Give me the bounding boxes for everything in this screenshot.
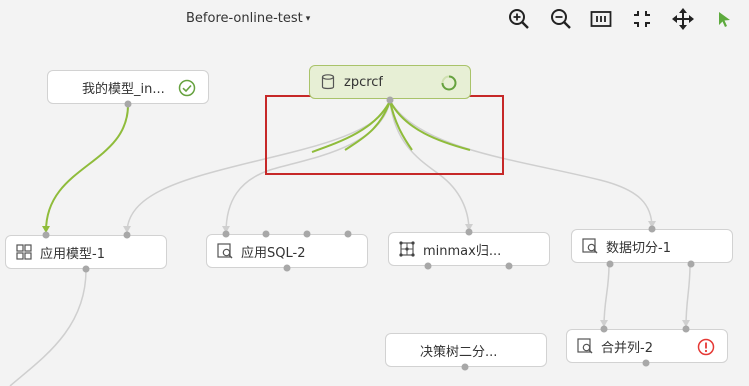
edge-split-to-merge-right bbox=[685, 264, 691, 327]
node-apply-model[interactable]: 应用模型-1 bbox=[5, 235, 167, 269]
node-label: minmax归... bbox=[423, 243, 502, 259]
actual-size-button[interactable] bbox=[628, 6, 656, 32]
port-data-split-out-1[interactable] bbox=[606, 260, 614, 268]
node-label: zpcrcf bbox=[344, 74, 384, 90]
workflow-title-dropdown[interactable]: Before-online-test ▾ bbox=[186, 11, 310, 26]
port-minmax-in[interactable] bbox=[465, 228, 473, 236]
zoom-out-button[interactable] bbox=[547, 6, 575, 32]
port-apply-model-in-2[interactable] bbox=[123, 231, 131, 239]
workflow-title: Before-online-test bbox=[186, 11, 303, 26]
grid-icon bbox=[16, 244, 32, 260]
port-merge-cols-out[interactable] bbox=[642, 359, 650, 367]
edge-split-to-merge-left bbox=[603, 264, 610, 327]
port-apply-sql-out[interactable] bbox=[283, 264, 291, 272]
success-check-icon bbox=[178, 79, 196, 97]
node-data-split[interactable]: 数据切分-1 bbox=[571, 229, 733, 263]
run-icon bbox=[719, 12, 730, 27]
node-label: 数据切分-1 bbox=[606, 240, 671, 256]
workflow-canvas[interactable]: Before-online-test ▾ 我的模型_in... zpcrcf 应… bbox=[0, 0, 749, 386]
node-label: 应用SQL-2 bbox=[241, 245, 306, 261]
fit-view-icon bbox=[590, 11, 612, 27]
node-merge-cols[interactable]: 合并列-2 bbox=[566, 329, 728, 363]
node-minmax[interactable]: minmax归... bbox=[388, 232, 550, 266]
node-label: 应用模型-1 bbox=[40, 246, 105, 262]
node-label: 我的模型_in... bbox=[82, 81, 165, 97]
port-data-split-out-2[interactable] bbox=[687, 260, 695, 268]
move-button[interactable] bbox=[669, 6, 697, 32]
node-my-model[interactable]: 我的模型_in... bbox=[47, 70, 209, 104]
edge-apply-model-out bbox=[9, 269, 87, 386]
port-apply-sql-in-1[interactable] bbox=[222, 230, 230, 238]
port-data-split-in[interactable] bbox=[648, 225, 656, 233]
sql-icon bbox=[217, 243, 233, 259]
loading-spinner-icon bbox=[441, 75, 457, 91]
port-merge-cols-in-1[interactable] bbox=[600, 325, 608, 333]
merge-icon bbox=[577, 338, 593, 354]
matrix-icon bbox=[399, 241, 415, 257]
database-icon bbox=[320, 74, 336, 90]
move-icon bbox=[672, 8, 694, 30]
run-button[interactable] bbox=[710, 6, 738, 32]
port-decision-tree-out[interactable] bbox=[461, 363, 469, 371]
fit-view-button[interactable] bbox=[587, 6, 615, 32]
port-minmax-out-2[interactable] bbox=[505, 262, 513, 270]
zoom-out-icon bbox=[551, 9, 571, 29]
port-zpcrcf-out[interactable] bbox=[386, 96, 394, 104]
port-apply-sql-in-4[interactable] bbox=[344, 230, 352, 238]
port-apply-sql-in-3[interactable] bbox=[303, 230, 311, 238]
port-merge-cols-in-2[interactable] bbox=[682, 325, 690, 333]
chevron-down-icon: ▾ bbox=[305, 13, 311, 24]
edge-my-model-to-apply-model bbox=[45, 104, 129, 232]
node-label: 决策树二分... bbox=[420, 344, 498, 360]
port-apply-sql-in-2[interactable] bbox=[262, 230, 270, 238]
port-minmax-out-1[interactable] bbox=[424, 262, 432, 270]
node-zpcrcf[interactable]: zpcrcf bbox=[309, 65, 471, 99]
error-icon bbox=[697, 338, 715, 356]
node-apply-sql[interactable]: 应用SQL-2 bbox=[206, 234, 368, 268]
highlight-box bbox=[265, 95, 504, 175]
port-my-model-out[interactable] bbox=[124, 100, 132, 108]
split-icon bbox=[582, 238, 598, 254]
actual-size-icon bbox=[634, 11, 650, 27]
port-apply-model-out[interactable] bbox=[82, 265, 90, 273]
zoom-in-icon bbox=[509, 9, 529, 29]
zoom-in-button[interactable] bbox=[505, 6, 533, 32]
port-apply-model-in-1[interactable] bbox=[42, 231, 50, 239]
node-decision-tree[interactable]: 决策树二分... bbox=[385, 333, 547, 367]
node-label: 合并列-2 bbox=[601, 340, 653, 356]
